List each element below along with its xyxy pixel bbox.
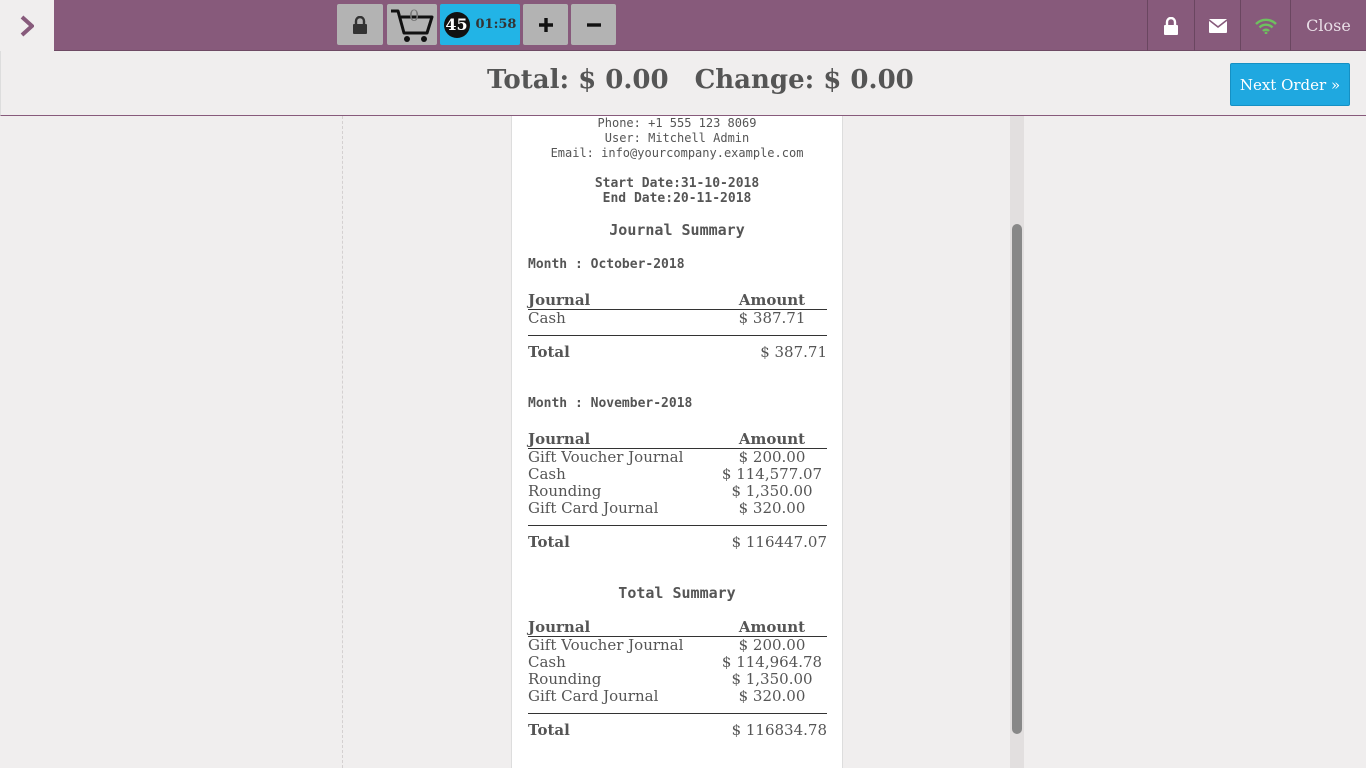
timer-time: 01:58	[475, 17, 517, 32]
total-row: Total $ 387.71	[528, 334, 827, 361]
col-journal: Journal	[528, 292, 717, 310]
company-phone: Phone: +1 555 123 8069	[597, 116, 757, 130]
month-label: Month : November-2018	[528, 396, 693, 411]
col-amount: Amount	[717, 431, 827, 449]
order-total: Total: $ 0.00	[487, 65, 669, 95]
totals-line: Total: $ 0.00 Change: $ 0.00	[487, 65, 914, 95]
receipt-screen: Phone: +1 555 123 8069 User: Mitchell Ad…	[0, 116, 1366, 768]
month-label: Month : October-2018	[528, 257, 685, 272]
pos-topbar: 0 45 01:58 Close	[0, 0, 1366, 51]
table-row: Gift Voucher Journal $ 200.00	[528, 636, 806, 654]
total-row: Total $ 116834.78	[528, 712, 827, 739]
total-summary-title: Total Summary	[618, 584, 736, 602]
cashier-user: User: Mitchell Admin	[604, 131, 750, 145]
menu-toggle-button[interactable]	[0, 0, 54, 51]
envelope-icon	[1208, 18, 1227, 33]
summary-table: Journal Amount Gift Voucher Journal $ 200.…	[528, 619, 827, 739]
add-order-button[interactable]	[523, 4, 568, 45]
divider	[342, 116, 343, 768]
col-journal: Journal	[528, 619, 717, 637]
order-change: Change: $ 0.00	[694, 65, 914, 95]
col-amount: Amount	[717, 292, 827, 310]
table-row: Cash $ 114,577.07	[528, 465, 823, 483]
remove-order-button[interactable]	[571, 4, 616, 45]
receipt-paper: Phone: +1 555 123 8069 User: Mitchell Ad…	[511, 116, 843, 768]
lock-icon	[1164, 16, 1178, 35]
col-amount: Amount	[717, 619, 827, 637]
chevron-right-icon	[20, 15, 34, 36]
date-range: Start Date:31-10-2018 End Date:20-11-201…	[512, 176, 842, 206]
lock-screen-button[interactable]	[1147, 0, 1194, 51]
table-row: Gift Card Journal $ 320.00	[528, 687, 806, 705]
scrollbar-thumb[interactable]	[1012, 224, 1022, 734]
lock-icon	[353, 15, 367, 34]
end-date: End Date:20-11-2018	[602, 191, 752, 206]
journal-summary-title: Journal Summary	[609, 221, 745, 239]
wifi-icon	[1254, 18, 1277, 34]
journal-table: Journal Amount Gift Voucher Journal $ 200.…	[528, 431, 827, 551]
table-row: Rounding $ 1,350.00	[528, 670, 813, 688]
cart-count: 0	[409, 6, 420, 25]
company-email: Email: info@yourcompany.example.com	[550, 146, 804, 160]
close-button[interactable]: Close	[1290, 0, 1366, 51]
next-order-button[interactable]: Next Order »	[1230, 63, 1350, 106]
col-journal: Journal	[528, 431, 717, 449]
table-row: Cash $ 387.71	[528, 309, 806, 327]
connection-status[interactable]	[1240, 0, 1290, 51]
messages-button[interactable]	[1194, 0, 1240, 51]
plus-icon	[538, 17, 553, 32]
table-row: Rounding $ 1,350.00	[528, 482, 813, 500]
total-row: Total $ 116447.07	[528, 524, 827, 551]
minus-icon	[586, 22, 601, 27]
payment-header: Total: $ 0.00 Change: $ 0.00 Next Order »	[0, 51, 1366, 116]
timer-badge: 45	[443, 11, 470, 38]
lock-order-button[interactable]	[337, 4, 383, 45]
start-date: Start Date:31-10-2018	[594, 176, 760, 191]
company-info: Phone: +1 555 123 8069 User: Mitchell Ad…	[512, 116, 842, 161]
journal-table: Journal Amount Cash $ 387.71 Total $ 387.71	[528, 292, 827, 361]
session-timer[interactable]: 45 01:58	[440, 4, 520, 45]
table-row: Gift Voucher Journal $ 200.00	[528, 448, 806, 466]
table-row: Gift Card Journal $ 320.00	[528, 499, 806, 517]
table-row: Cash $ 114,964.78	[528, 653, 823, 671]
